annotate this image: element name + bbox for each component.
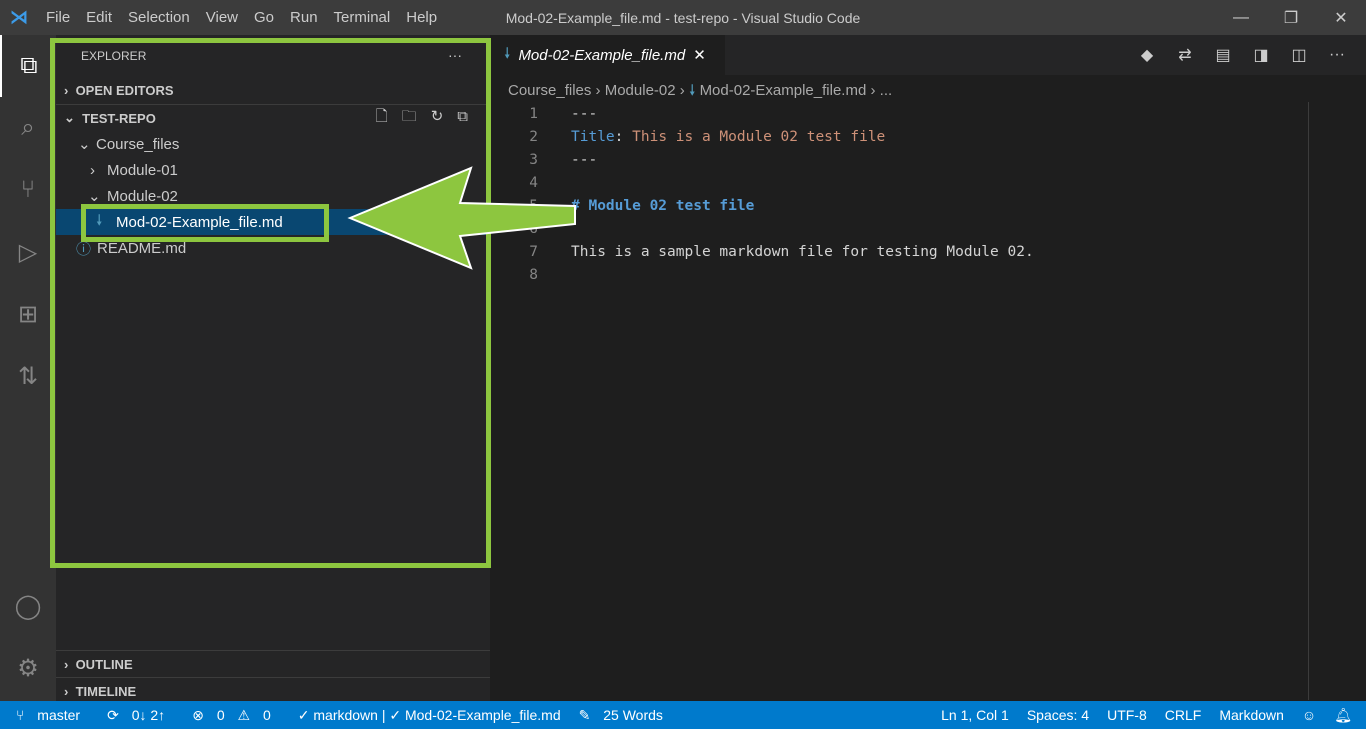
- error-count: 0: [216, 706, 225, 723]
- sync-counts: 0↓ 2↑: [131, 706, 166, 723]
- arrow-shape: [347, 166, 576, 270]
- indentation[interactable]: Spaces: 4: [1027, 707, 1089, 724]
- branch-name: master: [37, 707, 81, 723]
- pointer-arrow-icon: [347, 166, 576, 270]
- problems-status[interactable]: ⊗ 0 ⚠ 0: [192, 707, 280, 724]
- word-count: 25 Words: [603, 706, 663, 723]
- status-bar: ⑂ master ⟳ 0↓ 2↑ ⊗ 0 ⚠ 0 ✓ markdown | ✓ …: [0, 701, 1366, 729]
- markdownlint-status[interactable]: ✓ markdown | ✓ Mod-02-Example_file.md: [298, 707, 561, 724]
- encoding[interactable]: UTF-8: [1107, 707, 1147, 724]
- warning-count: 0: [262, 706, 271, 723]
- notifications-bell-icon[interactable]: 🔔︎: [1334, 707, 1352, 724]
- feedback-icon[interactable]: ☺: [1302, 707, 1316, 724]
- line-ending[interactable]: CRLF: [1165, 707, 1202, 724]
- word-count-status[interactable]: ✎ 25 Words: [579, 707, 672, 724]
- language-mode[interactable]: Markdown: [1219, 707, 1284, 724]
- sync-status[interactable]: ⟳ 0↓ 2↑: [107, 707, 174, 724]
- branch-status[interactable]: ⑂ master: [16, 707, 89, 723]
- cursor-position[interactable]: Ln 1, Col 1: [941, 707, 1009, 724]
